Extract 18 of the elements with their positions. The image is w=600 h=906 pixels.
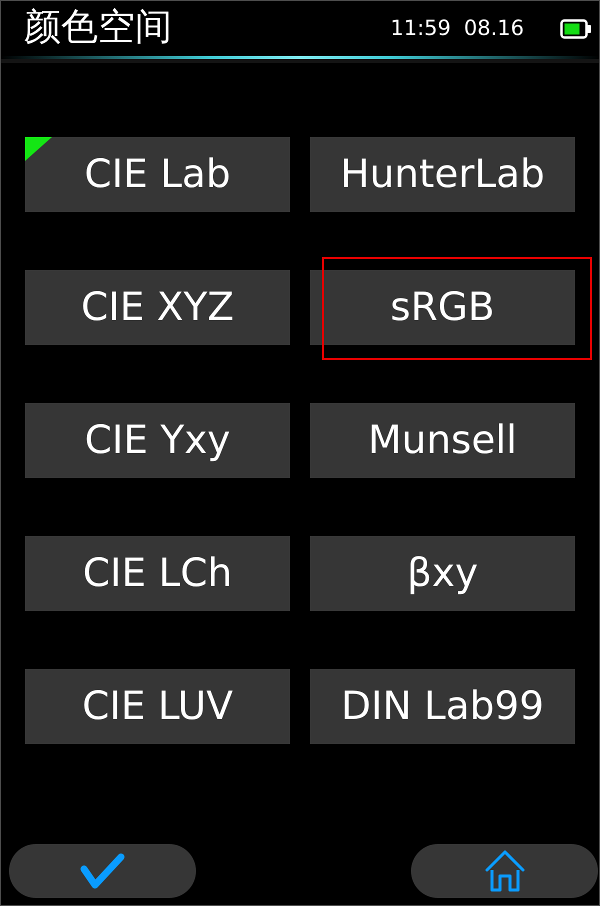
clock-time: 11:59 bbox=[390, 18, 451, 39]
color-space-button[interactable]: sRGB bbox=[310, 270, 575, 345]
battery-icon bbox=[560, 18, 591, 38]
color-space-button[interactable]: CIE Yxy bbox=[25, 403, 290, 478]
color-space-button[interactable]: CIE Lab bbox=[25, 137, 290, 212]
clock-date: 08.16 bbox=[464, 18, 524, 39]
screen-title: 颜色空间 bbox=[24, 8, 172, 45]
color-space-button[interactable]: CIE XYZ bbox=[25, 270, 290, 345]
color-space-button[interactable]: βxy bbox=[310, 536, 575, 611]
home-icon bbox=[484, 850, 524, 892]
checkmark-icon bbox=[79, 852, 126, 890]
color-space-button[interactable]: Munsell bbox=[310, 403, 575, 478]
home-button[interactable] bbox=[411, 844, 598, 898]
color-space-button[interactable]: DIN Lab99 bbox=[310, 669, 575, 744]
color-space-button[interactable]: CIE LUV bbox=[25, 669, 290, 744]
confirm-button[interactable] bbox=[9, 844, 196, 898]
color-space-button[interactable]: HunterLab bbox=[310, 137, 575, 212]
color-space-button[interactable]: CIE LCh bbox=[25, 536, 290, 611]
